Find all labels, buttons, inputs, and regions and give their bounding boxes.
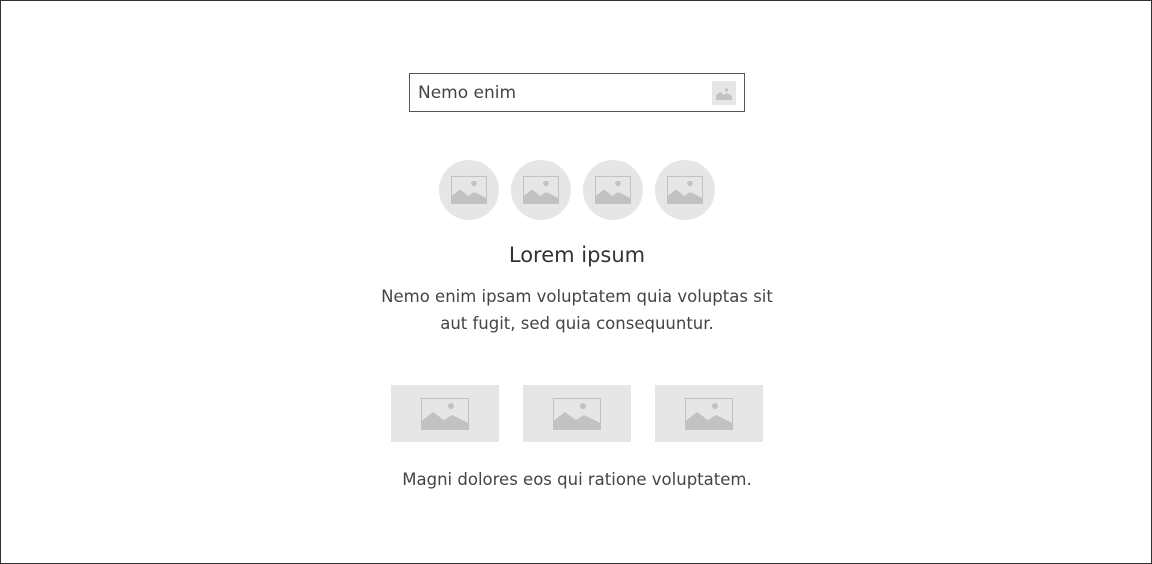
image-placeholder-icon [595, 176, 631, 204]
description-line: Nemo enim ipsam voluptatem quia voluptas… [381, 287, 773, 306]
image-placeholder-icon [685, 398, 733, 430]
caption-text: Magni dolores eos qui ratione voluptatem… [402, 470, 752, 489]
image-tile[interactable] [655, 385, 763, 442]
avatar[interactable] [439, 160, 499, 220]
search-box [409, 73, 745, 112]
description-text: Nemo enim ipsam voluptatem quia voluptas… [377, 283, 777, 337]
avatar[interactable] [655, 160, 715, 220]
image-placeholder-icon [553, 398, 601, 430]
avatar[interactable] [511, 160, 571, 220]
avatar-row [439, 160, 739, 220]
image-placeholder-icon [421, 398, 469, 430]
search-input[interactable] [418, 74, 703, 111]
page-frame: Lorem ipsum Nemo enim ipsam voluptatem q… [0, 0, 1152, 564]
search-button[interactable] [712, 81, 736, 105]
image-placeholder-icon [667, 176, 703, 204]
image-placeholder-icon [716, 88, 732, 100]
description-line: aut fugit, sed quia consequuntur. [440, 314, 714, 333]
section-title: Lorem ipsum [508, 243, 646, 267]
image-tile[interactable] [523, 385, 631, 442]
avatar[interactable] [583, 160, 643, 220]
image-placeholder-icon [451, 176, 487, 204]
image-placeholder-icon [523, 176, 559, 204]
image-tile[interactable] [391, 385, 499, 442]
